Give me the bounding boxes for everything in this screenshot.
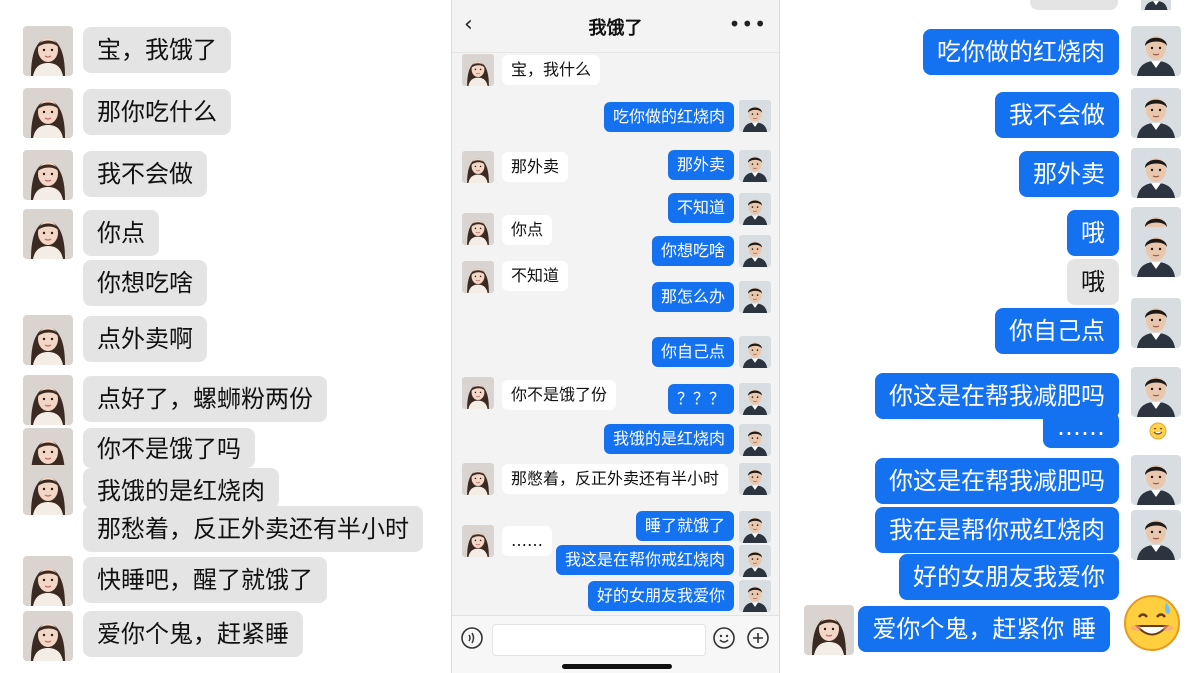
chat-bubble-outgoing: 爱你个鬼，赶紧你 睡: [858, 606, 1110, 652]
male-avatar[interactable]: [739, 383, 771, 415]
female-avatar[interactable]: [23, 150, 73, 200]
female-avatar[interactable]: [462, 525, 494, 557]
chat-bubble-outgoing: ……: [1043, 412, 1119, 448]
male-avatar[interactable]: [1131, 510, 1181, 560]
male-avatar[interactable]: [739, 336, 771, 368]
chat-bubble-outgoing: 那外卖: [667, 150, 734, 180]
chat-bubble-incoming: 点好了，螺蛳粉两份: [83, 376, 327, 422]
chat-bubble-outgoing: 好的女朋友我爱你: [587, 581, 734, 611]
chat-bubble-outgoing: 你想吃啥: [651, 236, 734, 266]
chat-bubble-outgoing: 哦: [1067, 210, 1119, 256]
male-avatar[interactable]: [739, 511, 771, 543]
chat-bubble-outgoing: 我这是在帮你戒红烧肉: [555, 545, 734, 575]
female-avatar[interactable]: [23, 556, 73, 606]
male-avatar[interactable]: [739, 235, 771, 267]
emoji-icon[interactable]: [712, 626, 736, 650]
male-avatar[interactable]: [1131, 367, 1181, 417]
chat-bubble-incoming: ……: [502, 526, 552, 556]
chat-bubble-incoming: 你不是饿了吗: [83, 428, 255, 468]
chat-bubble-incoming: 你不是饿了份: [502, 380, 617, 410]
chat-bubble-incoming: 宝，我饿了: [83, 27, 231, 73]
chat-bubble-outgoing: 你自己点: [995, 308, 1119, 354]
chat-bubble-incoming: 快睡吧，醒了就饿了: [83, 557, 327, 603]
male-avatar[interactable]: [739, 193, 771, 225]
female-avatar[interactable]: [23, 611, 73, 661]
chat-bubble-incoming: 宝，我什么: [502, 55, 601, 85]
chat-bubble-incoming: 你点: [502, 215, 553, 245]
female-avatar[interactable]: [462, 377, 494, 409]
sweat-smile-emoji-icon: [1122, 593, 1182, 653]
female-avatar[interactable]: [23, 315, 73, 365]
chat-bubble-incoming: 那你吃什么: [83, 89, 231, 135]
chat-bubble-outgoing: 好的女朋友我爱你: [899, 554, 1119, 600]
phone-chat-screen: ‹ 我饿了 ••• 宝，我什么 吃你做的红烧肉 那外卖 那外卖 不知道 你点 你…: [451, 0, 780, 673]
female-avatar[interactable]: [462, 213, 494, 245]
chat-bubble-incoming: 那愁着，反正外卖还有半小时: [83, 506, 423, 552]
chat-bubble-incoming: 你想吃啥: [83, 260, 207, 306]
female-avatar[interactable]: [462, 54, 494, 86]
chat-bubble-incoming: 哦: [1067, 259, 1119, 305]
chat-bubble-incoming: [1030, 0, 1118, 10]
chat-bubble-incoming: 不知道: [502, 261, 569, 291]
chat-bubble-incoming: 我饿的是红烧肉: [83, 468, 279, 508]
male-avatar[interactable]: [739, 281, 771, 313]
female-avatar[interactable]: [462, 463, 494, 495]
female-avatar[interactable]: [23, 26, 73, 76]
female-avatar[interactable]: [23, 88, 73, 138]
male-avatar[interactable]: [739, 580, 771, 612]
male-avatar[interactable]: [739, 424, 771, 456]
male-avatar[interactable]: [1131, 26, 1181, 76]
male-avatar[interactable]: [1131, 455, 1181, 505]
male-avatar[interactable]: [739, 100, 771, 132]
female-avatar[interactable]: [462, 151, 494, 183]
female-avatar[interactable]: [23, 375, 73, 425]
chat-bubble-incoming: 爱你个鬼，赶紧睡: [83, 611, 303, 657]
home-indicator: [562, 664, 672, 669]
female-avatar[interactable]: [23, 465, 73, 515]
female-avatar[interactable]: [804, 605, 854, 655]
voice-icon[interactable]: [460, 626, 484, 650]
chat-bubble-incoming: 我不会做: [83, 151, 207, 197]
male-avatar[interactable]: [1131, 227, 1181, 277]
male-avatar[interactable]: [1131, 0, 1181, 10]
chat-bubble-outgoing: 吃你做的红烧肉: [923, 29, 1119, 75]
male-avatar[interactable]: [739, 545, 771, 577]
more-icon[interactable]: •••: [729, 12, 767, 36]
chat-bubble-outgoing: 你这是在帮我减肥吗: [875, 458, 1119, 504]
female-avatar[interactable]: [462, 261, 494, 293]
female-avatar[interactable]: [23, 209, 73, 259]
male-avatar[interactable]: [739, 150, 771, 182]
male-avatar[interactable]: [1131, 148, 1181, 198]
chat-bubble-outgoing: 我饿的是红烧肉: [603, 424, 734, 454]
chat-bubble-outgoing: 那外卖: [1019, 151, 1119, 197]
chat-bubble-incoming: 那憋着，反正外卖还有半小时: [502, 464, 729, 494]
message-input[interactable]: [492, 624, 706, 656]
plus-icon[interactable]: [746, 626, 770, 650]
chat-bubble-outgoing: 我在是帮你戒红烧肉: [875, 507, 1119, 553]
chat-header: ‹ 我饿了 •••: [452, 0, 779, 53]
chat-bubble-incoming: 你点: [83, 210, 159, 256]
chat-bubble-incoming: 点外卖啊: [83, 316, 207, 362]
chat-bubble-outgoing: ？？？: [667, 384, 734, 414]
chat-bubble-outgoing: 我不会做: [995, 92, 1119, 138]
chat-bubble-outgoing: 吃你做的红烧肉: [603, 102, 734, 132]
chat-bubble-incoming: 那外卖: [502, 152, 569, 182]
male-avatar[interactable]: [1131, 88, 1181, 138]
male-avatar[interactable]: [739, 463, 771, 495]
chat-bubble-outgoing: 睡了就饿了: [635, 511, 734, 541]
male-avatar[interactable]: [1131, 298, 1181, 348]
chat-bubble-outgoing: 那怎么办: [651, 282, 734, 312]
chat-bubble-outgoing: 你自己点: [651, 337, 734, 367]
sweat-smile-emoji-icon: [1148, 421, 1168, 441]
chat-bubble-outgoing: 不知道: [667, 193, 734, 223]
